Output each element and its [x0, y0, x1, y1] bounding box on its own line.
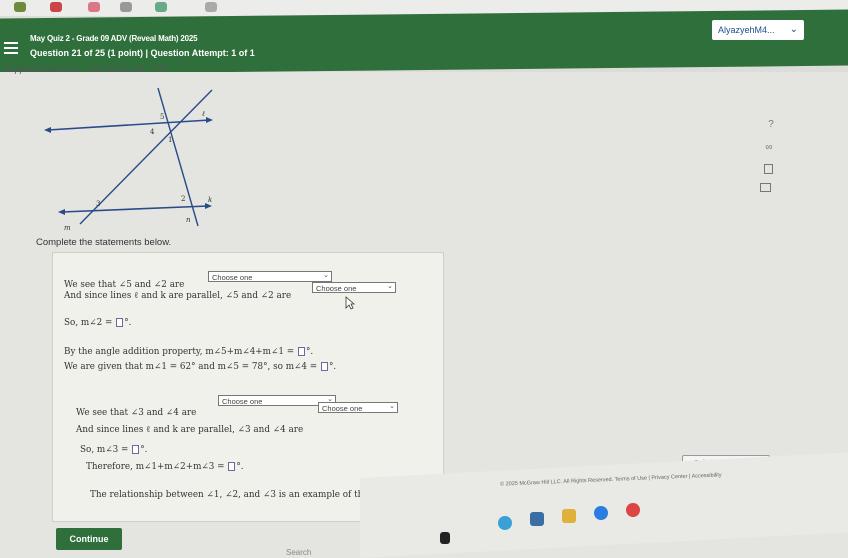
- arrow-icon: [58, 209, 65, 215]
- degree-unit: °.: [140, 445, 148, 455]
- line-l: [47, 119, 211, 131]
- statement-5: We are given that m∠1 = 62° and m∠5 = 78…: [64, 362, 336, 372]
- statement-7: And since lines ℓ and k are parallel, ∠3…: [76, 425, 304, 435]
- statement-4-text: By the angle addition property, m∠5+m∠4+…: [64, 347, 295, 357]
- help-icon[interactable]: ?: [764, 118, 778, 132]
- angle-relationship-select-4[interactable]: Choose one ⌄: [318, 402, 398, 413]
- statement-4: By the angle addition property, m∠5+m∠4+…: [64, 347, 313, 357]
- answer-input-m3[interactable]: [132, 445, 140, 454]
- tool-strip: ? ∞: [760, 118, 776, 201]
- angle-5-label: 5: [160, 113, 164, 121]
- question-progress: Question 21 of 25 (1 point) | Question A…: [30, 48, 255, 58]
- statement-6: We see that ∠3 and ∠4 are: [76, 408, 197, 418]
- statement-1: We see that ∠5 and ∠2 are: [64, 280, 185, 290]
- angle-1-label: 1: [168, 136, 172, 144]
- app-icon[interactable]: [155, 2, 167, 12]
- chevron-down-icon: ⌄: [387, 283, 393, 290]
- statement-3: So, m∠2 = °.: [64, 318, 131, 328]
- opera-icon[interactable]: [626, 503, 640, 517]
- chevron-down-icon: ⌄: [389, 403, 395, 410]
- line-k: [61, 205, 209, 213]
- chevron-down-icon: ⌄: [323, 272, 329, 279]
- statement-2: And since lines ℓ and k are parallel, ∠5…: [64, 291, 292, 301]
- line-l-label: ℓ: [201, 110, 205, 118]
- instructions: Complete the statements below.: [36, 237, 172, 248]
- problem-statement: Suppose that m∠1 = 62° and m∠5 = 78°.: [4, 64, 171, 74]
- continue-button[interactable]: Continue: [56, 528, 122, 550]
- folder-icon[interactable]: [562, 509, 576, 523]
- quiz-title: May Quiz 2 - Grade 09 ADV (Reveal Math) …: [30, 34, 198, 43]
- app-icon[interactable]: [50, 2, 62, 12]
- app-icon[interactable]: [120, 2, 132, 12]
- task-view-icon[interactable]: [440, 532, 450, 544]
- line-k-label: k: [208, 196, 212, 204]
- statement-8-text: So, m∠3 =: [80, 445, 129, 455]
- degree-unit: °.: [124, 318, 132, 328]
- taskbar-app-icon[interactable]: [530, 512, 544, 526]
- parallel-lines-figure: 5 ℓ 4 1 2 k 3 m n: [44, 87, 213, 232]
- app-icon[interactable]: [14, 2, 26, 12]
- browser-icon[interactable]: [498, 516, 512, 530]
- arrow-icon: [44, 127, 51, 133]
- calculator-icon[interactable]: [764, 164, 773, 174]
- arrow-icon: [206, 117, 213, 123]
- degree-unit: °.: [305, 347, 314, 357]
- answer-input-total[interactable]: [228, 462, 236, 471]
- statement-5-text: We are given that m∠1 = 62° and m∠5 = 78…: [64, 362, 318, 372]
- mail-icon[interactable]: [760, 183, 771, 192]
- select-value: Choose one: [212, 273, 253, 282]
- mouse-cursor-icon: [345, 296, 355, 310]
- angle-3-label: 3: [96, 200, 100, 208]
- taskbar-search[interactable]: Search: [286, 548, 311, 557]
- app-icon[interactable]: [205, 2, 217, 12]
- user-name: AlyazyehM4...: [718, 25, 775, 35]
- transversal-n: [157, 87, 199, 227]
- select-value: Choose one: [316, 284, 357, 293]
- angle-4-label: 4: [150, 128, 155, 136]
- chevron-down-icon: ⌄: [789, 24, 798, 35]
- angle-relationship-select-2[interactable]: Choose one ⌄: [312, 282, 396, 293]
- angle-relationship-select-1[interactable]: Choose one ⌄: [208, 271, 332, 282]
- app-icon[interactable]: [88, 2, 100, 12]
- statement-3-text: So, m∠2 =: [64, 318, 113, 328]
- line-m-label: m: [64, 224, 71, 232]
- degree-unit: °.: [236, 462, 244, 472]
- statement-8: So, m∠3 = °.: [80, 445, 147, 455]
- user-menu-button[interactable]: AlyazyehM4... ⌄: [712, 20, 804, 40]
- select-value: Choose one: [222, 397, 263, 406]
- select-value: Choose one: [322, 404, 363, 413]
- answer-input-m4[interactable]: [320, 362, 328, 371]
- menu-icon[interactable]: [4, 42, 18, 54]
- degree-unit: °.: [328, 362, 337, 372]
- answer-input-sum[interactable]: [297, 347, 305, 356]
- edge-icon[interactable]: [594, 506, 608, 520]
- angle-2-label: 2: [181, 195, 185, 203]
- infinity-icon[interactable]: ∞: [762, 141, 776, 155]
- line-n-label: n: [186, 216, 191, 224]
- answer-input-m2[interactable]: [116, 318, 124, 327]
- statement-9-text: Therefore, m∠1+m∠2+m∠3 =: [86, 462, 225, 472]
- statement-9: Therefore, m∠1+m∠2+m∠3 = °.: [86, 462, 244, 472]
